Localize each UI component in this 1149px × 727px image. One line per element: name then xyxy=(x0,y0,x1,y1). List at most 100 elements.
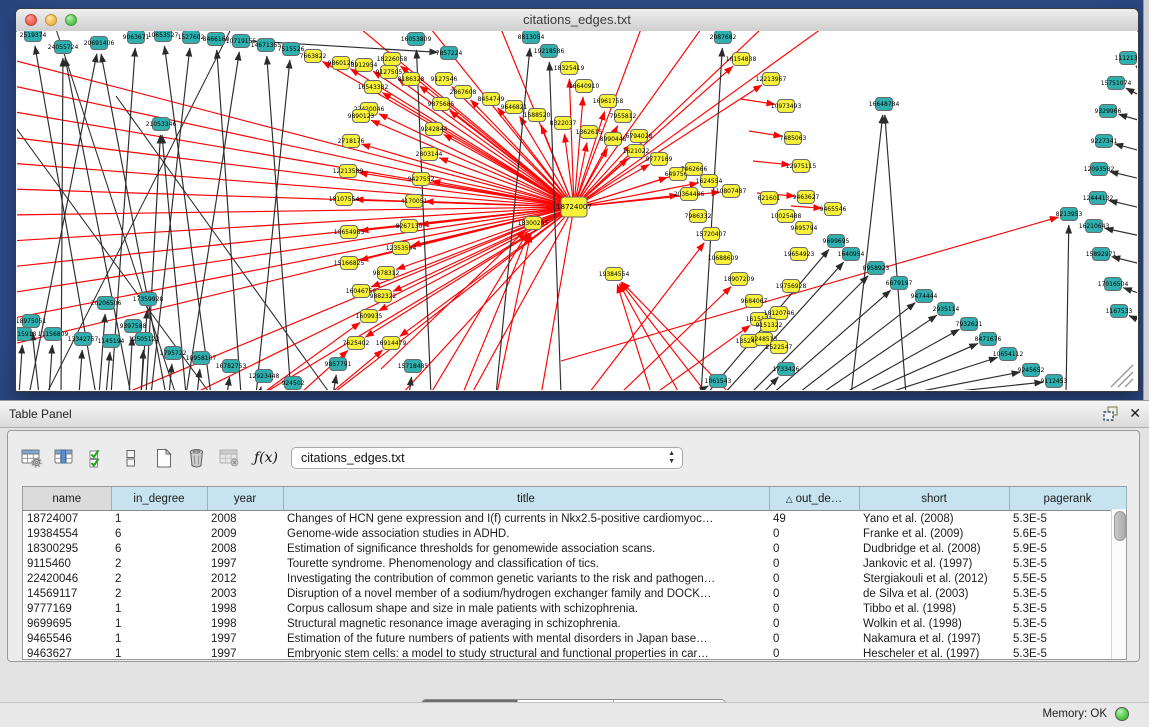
graph-node[interactable]: 19218586 xyxy=(534,45,565,58)
graph-node[interactable]: 1145194 xyxy=(98,335,125,348)
graph-node[interactable]: 16210643 xyxy=(1079,220,1110,233)
graph-node[interactable]: 7485063 xyxy=(780,132,807,145)
graph-node[interactable]: 12975115 xyxy=(786,160,817,173)
graph-node[interactable]: 9397588 xyxy=(120,320,147,333)
graph-node[interactable]: 9127546 xyxy=(431,73,458,86)
graph-node[interactable]: 8213953 xyxy=(1056,208,1083,221)
graph-node[interactable]: 8813054 xyxy=(518,31,545,44)
graph-node[interactable]: 7955812 xyxy=(610,110,637,123)
graph-node[interactable]: 8912954 xyxy=(351,59,378,72)
graph-node[interactable]: 9329966 xyxy=(1095,105,1122,118)
table-row[interactable]: 911546021997Tourette syndrome. Phenomeno… xyxy=(23,556,1126,571)
graph-node[interactable]: 9465546 xyxy=(820,203,847,216)
column-header-pagerank[interactable]: pagerank xyxy=(1009,487,1126,511)
graph-node[interactable]: 16543382 xyxy=(358,81,389,94)
graph-node[interactable]: 924502 xyxy=(282,377,305,390)
column-header-year[interactable]: year xyxy=(207,487,283,511)
graph-node[interactable]: 9875685 xyxy=(428,98,455,111)
window-titlebar[interactable]: citations_edges.txt xyxy=(16,9,1138,32)
graph-node[interactable]: 9063671 xyxy=(123,31,150,44)
toggle-rows-icon[interactable] xyxy=(120,447,142,469)
column-header-title[interactable]: title xyxy=(283,487,769,511)
graph-node[interactable]: 16961758 xyxy=(593,95,624,108)
graph-node[interactable]: 7932621 xyxy=(956,318,983,331)
graph-node[interactable]: 16154838 xyxy=(726,53,757,66)
import-table-icon[interactable] xyxy=(219,447,241,469)
graph-node[interactable]: 15892971 xyxy=(1086,248,1117,261)
float-panel-icon[interactable] xyxy=(1102,405,1119,422)
network-graph[interactable]: 1872400776638229860126891295418226058912… xyxy=(17,31,1137,390)
network-window[interactable]: citations_edges.txt 18724007766382298601… xyxy=(15,8,1139,392)
graph-node[interactable]: 18724007 xyxy=(556,197,592,217)
graph-node[interactable]: 9245652 xyxy=(1018,364,1045,377)
graph-node[interactable]: 12444132 xyxy=(1083,192,1114,205)
table-row[interactable]: 1872400712008Changes of HCN gene express… xyxy=(23,511,1126,527)
graph-node[interactable]: 19654923 xyxy=(784,248,815,261)
table-row[interactable]: 946554611997Estimation of the future num… xyxy=(23,631,1126,646)
graph-node[interactable]: 18107554 xyxy=(329,193,360,206)
graph-node[interactable]: 2935114 xyxy=(933,303,960,316)
table-row[interactable]: 1938455462009Genome-wide association stu… xyxy=(23,526,1126,541)
graph-node[interactable]: 7857224 xyxy=(436,47,463,60)
graph-node[interactable]: 8322037 xyxy=(550,117,577,130)
graph-node[interactable]: 10688609 xyxy=(708,252,739,265)
network-canvas[interactable]: 1872400776638229860126891295418226058912… xyxy=(17,31,1137,390)
graph-node[interactable]: 1527602 xyxy=(178,31,205,44)
graph-node[interactable]: 16640910 xyxy=(569,80,600,93)
column-header-name[interactable]: name xyxy=(23,487,111,511)
graph-node[interactable]: 7625402 xyxy=(343,337,370,350)
graph-node[interactable]: 9495794 xyxy=(791,222,818,235)
table-select-dropdown[interactable]: citations_edges.txt ▲▼ xyxy=(291,447,683,469)
table-row[interactable]: 946362711997Embryonic stem cells: a mode… xyxy=(23,646,1126,661)
graph-node[interactable]: 12093582 xyxy=(1084,163,1115,176)
table-column-icon[interactable] xyxy=(54,447,76,469)
table-scrollbar-thumb[interactable] xyxy=(1114,511,1126,541)
graph-node[interactable]: 20364486 xyxy=(674,188,705,201)
close-panel-icon[interactable]: ✕ xyxy=(1129,405,1141,422)
graph-node[interactable]: 1112134 xyxy=(1115,52,1137,65)
column-header-short[interactable]: short xyxy=(859,487,1009,511)
table-row[interactable]: 2242004622012Investigating the contribut… xyxy=(23,571,1126,586)
graph-node[interactable]: 1061543 xyxy=(705,375,732,388)
graph-node[interactable]: 1640954 xyxy=(838,248,865,261)
canvas-resize-grip[interactable] xyxy=(1111,365,1133,387)
graph-node[interactable]: 7986332 xyxy=(685,210,712,223)
graph-node[interactable]: 24055724 xyxy=(48,41,79,54)
graph-node[interactable]: 2867608 xyxy=(450,86,477,99)
graph-node[interactable]: 10807487 xyxy=(716,185,747,198)
table-scrollbar[interactable] xyxy=(1111,509,1126,659)
graph-node[interactable]: 17016504 xyxy=(1098,278,1129,291)
graph-node[interactable]: 16053809 xyxy=(401,33,432,46)
graph-node[interactable]: 1588520 xyxy=(524,109,551,122)
graph-node[interactable]: 8471676 xyxy=(975,333,1002,346)
graph-node[interactable]: 15751074 xyxy=(1101,77,1132,90)
graph-node[interactable]: 1624554 xyxy=(696,175,723,188)
select-all-checks-icon[interactable] xyxy=(87,447,109,469)
graph-node[interactable]: 2519374 xyxy=(20,31,47,42)
table-settings-icon[interactable] xyxy=(21,447,43,469)
graph-node[interactable]: 9474444 xyxy=(911,290,938,303)
graph-node[interactable]: 9227341 xyxy=(1091,135,1118,148)
graph-node[interactable]: 9112453 xyxy=(1041,375,1068,388)
graph-node[interactable]: 9427552 xyxy=(408,173,435,186)
graph-node[interactable]: 621601 xyxy=(758,192,781,205)
graph-node[interactable]: 20691406 xyxy=(84,37,115,50)
table-row[interactable]: 1830029562008Estimation of significance … xyxy=(23,541,1126,556)
column-header-out_de[interactable]: △out_de… xyxy=(769,487,859,511)
graph-node[interactable]: 15166825 xyxy=(334,257,365,270)
graph-node[interactable]: 10025488 xyxy=(771,210,802,223)
new-table-document-icon[interactable] xyxy=(153,447,175,469)
function-builder-icon[interactable]: ƒ(x) xyxy=(252,450,280,466)
graph-node[interactable]: 10654112 xyxy=(993,348,1024,361)
graph-node[interactable]: 9777169 xyxy=(646,153,673,166)
table-row[interactable]: 977716911998Corpus callosum shape and si… xyxy=(23,601,1126,616)
graph-node[interactable]: 6679197 xyxy=(886,277,913,290)
graph-node[interactable]: 9699695 xyxy=(823,235,850,248)
graph-node[interactable]: 1609935 xyxy=(356,310,383,323)
graph-node[interactable]: 1167533 xyxy=(1106,305,1133,318)
column-header-in_degree[interactable]: in_degree xyxy=(111,487,207,511)
graph-node[interactable]: 16914479 xyxy=(376,337,407,350)
graph-node[interactable]: 10654985 xyxy=(334,226,365,239)
graph-node[interactable]: 9242844 xyxy=(421,123,448,136)
graph-node[interactable]: 10958107 xyxy=(186,352,217,365)
